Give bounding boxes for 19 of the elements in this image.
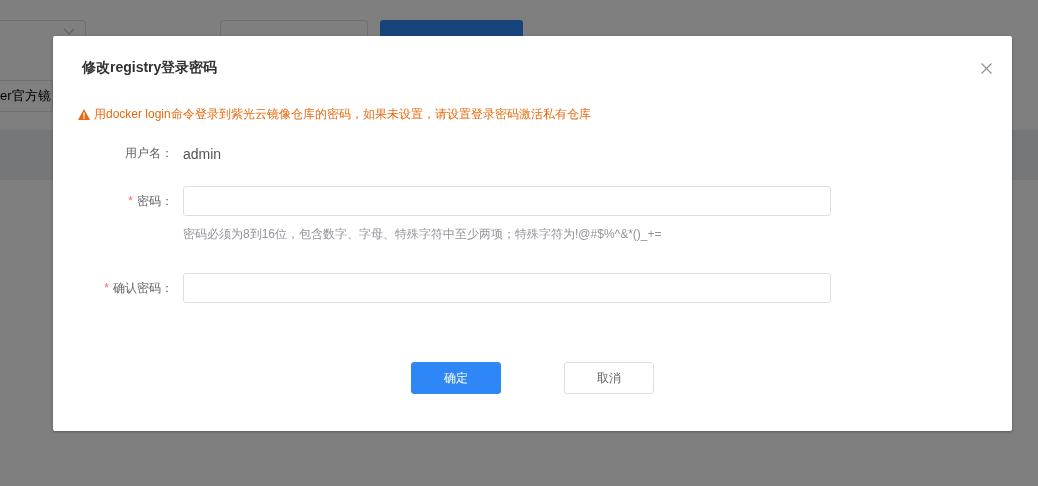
cancel-button[interactable]: 取消 — [564, 362, 654, 394]
field-label: 用户名： — [125, 145, 173, 162]
password-hint: 密码必须为8到16位，包含数字、字母、特殊字符中至少两项；特殊字符为!@#$%^&*()_+= — [183, 226, 663, 243]
dialog-title: 修改registry登录密码 — [82, 59, 218, 77]
password-field[interactable] — [183, 186, 831, 216]
warning-icon — [78, 109, 90, 120]
required-mark: * — [104, 281, 109, 295]
password-field[interactable] — [183, 273, 831, 303]
required-mark: * — [128, 194, 133, 208]
primary-button[interactable] — [380, 20, 523, 36]
field-label: 确认密码： — [113, 279, 173, 297]
confirm-button[interactable]: 确定 — [411, 362, 501, 394]
username-value: admin — [183, 145, 223, 162]
field-label: 密码： — [137, 192, 173, 210]
chevron-down-icon — [63, 28, 75, 36]
warning-message: 用docker login命令登录到紫光云镜像仓库的密码，如果未设置，请设置登录密码激活私有仓库 — [94, 106, 591, 123]
mirror-button[interactable]: er官方镜 — [0, 80, 53, 112]
input-field[interactable] — [220, 20, 368, 36]
close-icon[interactable] — [981, 62, 992, 74]
